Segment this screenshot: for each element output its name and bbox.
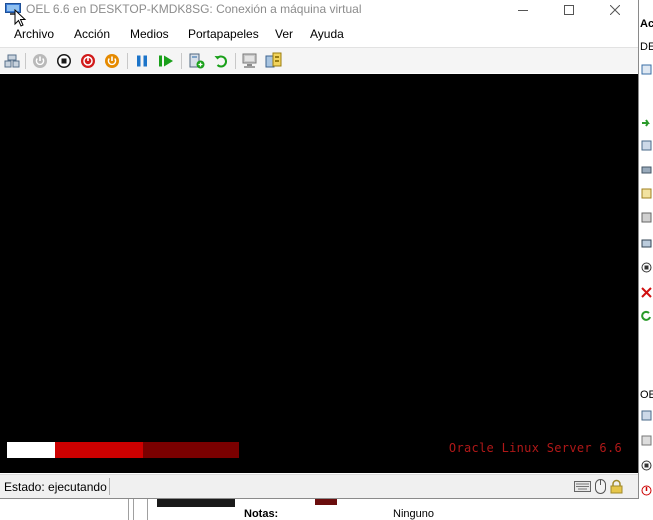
shut-down-button[interactable] bbox=[79, 52, 97, 70]
boot-progress-segment bbox=[7, 442, 55, 458]
toolbar-separator bbox=[25, 53, 26, 69]
vm-stop-icon[interactable] bbox=[641, 460, 652, 471]
start-icon bbox=[33, 54, 47, 68]
close-icon bbox=[610, 5, 620, 15]
actions-header: Acci bbox=[640, 18, 653, 30]
desktop: Acci DES OEL Notas: Ninguno bbox=[0, 0, 653, 520]
inspect-icon[interactable] bbox=[641, 212, 652, 223]
checkpoint-icon bbox=[189, 53, 205, 69]
minimize-icon bbox=[518, 10, 528, 11]
save-button[interactable] bbox=[103, 52, 121, 70]
vm-settings-icon[interactable] bbox=[641, 435, 652, 446]
save-icon bbox=[105, 54, 119, 68]
title-bar[interactable]: OEL 6.6 en DESKTOP-KMDK8SG: Conexión a m… bbox=[0, 0, 638, 20]
toolbar-separator bbox=[235, 53, 236, 69]
refresh-icon[interactable] bbox=[641, 310, 652, 321]
delete-icon[interactable] bbox=[641, 287, 652, 298]
turn-off-icon bbox=[57, 54, 71, 68]
keyboard-indicator bbox=[574, 479, 591, 494]
window-title: OEL 6.6 en DESKTOP-KMDK8SG: Conexión a m… bbox=[26, 2, 362, 16]
menu-bar: Archivo Acción Medios Portapapeles Ver A… bbox=[0, 24, 638, 45]
enhanced-session-icon bbox=[242, 53, 257, 68]
boot-progress-bar bbox=[7, 442, 239, 458]
boot-splash-text: Oracle Linux Server 6.6 bbox=[448, 441, 622, 455]
mouse-indicator bbox=[595, 479, 606, 494]
close-button[interactable] bbox=[592, 0, 638, 20]
minimize-button[interactable] bbox=[500, 0, 546, 20]
new-icon[interactable] bbox=[641, 64, 652, 75]
keyboard-icon bbox=[574, 481, 591, 492]
edit-icon[interactable] bbox=[641, 188, 652, 199]
revert-icon bbox=[214, 55, 228, 68]
turn-off-button[interactable] bbox=[55, 52, 73, 70]
background-details-pane: Notas: Ninguno bbox=[0, 498, 653, 520]
lock-icon bbox=[610, 479, 623, 494]
boot-progress-segment bbox=[143, 442, 239, 458]
divider bbox=[128, 498, 129, 520]
mouse-cursor-icon bbox=[14, 9, 27, 27]
background-manager-window: Acci DES OEL bbox=[638, 0, 653, 520]
vm-connect-icon[interactable] bbox=[641, 410, 652, 421]
toolbar bbox=[0, 47, 638, 73]
vm-display[interactable]: Oracle Linux Server 6.6 bbox=[0, 74, 638, 473]
lock-indicator bbox=[610, 479, 623, 494]
pause-icon bbox=[137, 55, 147, 67]
vm-icon[interactable] bbox=[641, 238, 652, 249]
share-icon bbox=[265, 52, 282, 68]
checkpoint-button[interactable] bbox=[188, 52, 206, 70]
share-button[interactable] bbox=[265, 52, 283, 70]
vm-turnoff-icon[interactable] bbox=[641, 485, 652, 496]
vm-name-label[interactable]: OEL bbox=[640, 389, 653, 401]
boot-progress-segment bbox=[55, 442, 143, 458]
vm-thumbnail[interactable] bbox=[157, 498, 337, 507]
resume-icon bbox=[159, 55, 173, 67]
maximize-button[interactable] bbox=[546, 0, 592, 20]
divider bbox=[147, 498, 148, 520]
menu-ver[interactable]: Ver bbox=[275, 27, 293, 41]
status-text: Estado: ejecutando bbox=[4, 480, 107, 494]
menu-accion[interactable]: Acción bbox=[74, 27, 110, 41]
ctrl-alt-del-icon bbox=[4, 54, 20, 68]
mouse-icon bbox=[595, 479, 606, 494]
connect-icon[interactable] bbox=[641, 165, 652, 176]
stop-icon[interactable] bbox=[641, 262, 652, 273]
shut-down-icon bbox=[81, 54, 95, 68]
menu-portapapeles[interactable]: Portapapeles bbox=[188, 27, 259, 41]
status-separator bbox=[109, 478, 110, 495]
start-button[interactable] bbox=[31, 52, 49, 70]
revert-button[interactable] bbox=[212, 52, 230, 70]
host-label[interactable]: DES bbox=[640, 41, 653, 53]
notes-label: Notas: bbox=[244, 508, 279, 520]
resume-button[interactable] bbox=[157, 52, 175, 70]
ctrl-alt-del-button[interactable] bbox=[3, 52, 21, 70]
toolbar-separator bbox=[127, 53, 128, 69]
enhanced-session-button[interactable] bbox=[241, 52, 259, 70]
toolbar-separator bbox=[181, 53, 182, 69]
notes-value: Ninguno bbox=[393, 508, 434, 520]
menu-medios[interactable]: Medios bbox=[130, 27, 169, 41]
vm-connection-window: OEL 6.6 en DESKTOP-KMDK8SG: Conexión a m… bbox=[0, 0, 639, 499]
pause-button[interactable] bbox=[133, 52, 151, 70]
settings-icon[interactable] bbox=[641, 140, 652, 151]
menu-archivo[interactable]: Archivo bbox=[14, 27, 54, 41]
status-bar: Estado: ejecutando bbox=[0, 474, 638, 498]
arrow-icon[interactable] bbox=[641, 118, 652, 129]
maximize-icon bbox=[564, 5, 574, 15]
menu-ayuda[interactable]: Ayuda bbox=[310, 27, 344, 41]
divider bbox=[133, 498, 134, 520]
